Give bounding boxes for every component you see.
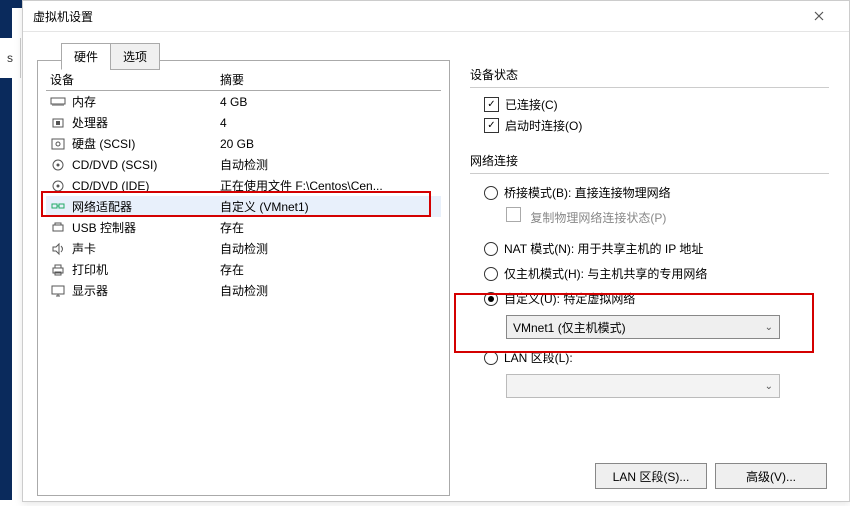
- device-row-disk[interactable]: 硬盘 (SCSI) 20 GB: [46, 133, 441, 154]
- radio-custom[interactable]: 自定义(U): 特定虚拟网络: [470, 286, 829, 311]
- device-row-sound[interactable]: 声卡 自动检测: [46, 238, 441, 259]
- disk-icon: [50, 137, 66, 151]
- checkbox-icon: ✓: [484, 118, 499, 133]
- checkbox-icon: ✓: [484, 97, 499, 112]
- device-name: 声卡: [72, 240, 96, 257]
- device-summary: 4: [220, 116, 441, 130]
- custom-select-value: VMnet1 (仅主机模式): [513, 319, 626, 336]
- cd-icon: [50, 158, 66, 172]
- device-summary: 自动检测: [220, 240, 441, 257]
- chevron-down-icon: ⌄: [765, 322, 773, 333]
- device-name: CD/DVD (SCSI): [72, 158, 157, 172]
- tab-hardware[interactable]: 硬件: [61, 43, 111, 70]
- custom-label: 自定义(U): 特定虚拟网络: [504, 290, 635, 307]
- device-row-display[interactable]: 显示器 自动检测: [46, 280, 441, 301]
- tab-options[interactable]: 选项: [110, 43, 160, 70]
- col-device: 设备: [46, 71, 220, 88]
- device-summary: 存在: [220, 261, 441, 278]
- device-summary: 存在: [220, 219, 441, 236]
- radio-icon: [484, 292, 498, 306]
- device-row-usb[interactable]: USB 控制器 存在: [46, 217, 441, 238]
- device-row-net[interactable]: 网络适配器 自定义 (VMnet1): [46, 196, 441, 217]
- dialog-title: 虚拟机设置: [33, 8, 93, 25]
- device-row-cpu[interactable]: 处理器 4: [46, 112, 441, 133]
- cd-icon: [50, 179, 66, 193]
- device-row-memory[interactable]: 内存 4 GB: [46, 91, 441, 112]
- device-summary: 4 GB: [220, 95, 441, 109]
- device-name: 显示器: [72, 282, 108, 299]
- device-list-panel: 设备 摘要 内存 4 GB 处理器 4 硬盘 (SCSI) 20 GB CD/DVD (SC…: [37, 60, 450, 496]
- radio-bridged[interactable]: 桥接模式(B): 直接连接物理网络: [470, 180, 829, 205]
- hostonly-label: 仅主机模式(H): 与主机共享的专用网络: [504, 265, 707, 282]
- vm-settings-dialog: 虚拟机设置 硬件 选项 设备 摘要 内存 4 GB 处理器 4 硬盘 (SCSI) 20 …: [22, 0, 850, 502]
- connect-on-label: 启动时连接(O): [505, 117, 582, 134]
- sound-icon: [50, 242, 66, 256]
- device-row-cd[interactable]: CD/DVD (IDE) 正在使用文件 F:\Centos\Cen...: [46, 175, 441, 196]
- print-icon: [50, 263, 66, 277]
- radio-hostonly[interactable]: 仅主机模式(H): 与主机共享的专用网络: [470, 261, 829, 286]
- checkbox-icon: [506, 207, 521, 222]
- radio-icon: [484, 351, 498, 365]
- connected-checkbox[interactable]: ✓ 已连接(C): [470, 94, 829, 115]
- device-row-cd[interactable]: CD/DVD (SCSI) 自动检测: [46, 154, 441, 175]
- device-name: 内存: [72, 93, 96, 110]
- radio-nat[interactable]: NAT 模式(N): 用于共享主机的 IP 地址: [470, 236, 829, 261]
- device-name: 打印机: [72, 261, 108, 278]
- device-name: 硬盘 (SCSI): [72, 135, 135, 152]
- device-name: USB 控制器: [72, 219, 136, 236]
- radio-icon: [484, 267, 498, 281]
- radio-icon: [484, 186, 498, 200]
- network-group-label: 网络连接: [470, 150, 829, 173]
- connected-label: 已连接(C): [505, 96, 558, 113]
- lan-segment-select: ⌄: [506, 374, 780, 398]
- replicate-state-checkbox: 复制物理网络连接状态(P): [470, 205, 829, 228]
- titlebar: 虚拟机设置: [23, 1, 849, 32]
- lan-label: LAN 区段(L):: [504, 349, 573, 366]
- device-summary: 自动检测: [220, 282, 441, 299]
- cpu-icon: [50, 116, 66, 130]
- device-name: CD/DVD (IDE): [72, 179, 149, 193]
- connect-on-start-checkbox[interactable]: ✓ 启动时连接(O): [470, 115, 829, 136]
- advanced-button[interactable]: 高级(V)...: [715, 463, 827, 489]
- nat-label: NAT 模式(N): 用于共享主机的 IP 地址: [504, 240, 703, 257]
- chevron-down-icon: ⌄: [765, 381, 773, 392]
- device-summary: 20 GB: [220, 137, 441, 151]
- net-icon: [50, 200, 66, 214]
- tab-strip: 硬件 选项: [61, 43, 159, 70]
- device-name: 处理器: [72, 114, 108, 131]
- device-summary: 自定义 (VMnet1): [220, 198, 441, 215]
- replicate-label: 复制物理网络连接状态(P): [530, 211, 666, 225]
- device-name: 网络适配器: [72, 198, 132, 215]
- device-summary: 正在使用文件 F:\Centos\Cen...: [220, 177, 441, 194]
- memory-icon: [50, 95, 66, 109]
- custom-network-select[interactable]: VMnet1 (仅主机模式) ⌄: [506, 315, 780, 339]
- col-summary: 摘要: [220, 71, 441, 88]
- radio-lan-segment[interactable]: LAN 区段(L):: [470, 345, 829, 370]
- settings-panel: 设备状态 ✓ 已连接(C) ✓ 启动时连接(O) 网络连接 桥接模式(B): 直…: [464, 60, 835, 496]
- bridged-label: 桥接模式(B): 直接连接物理网络: [504, 184, 671, 201]
- device-row-print[interactable]: 打印机 存在: [46, 259, 441, 280]
- close-button[interactable]: [799, 2, 839, 30]
- status-group-label: 设备状态: [470, 64, 829, 87]
- device-summary: 自动检测: [220, 156, 441, 173]
- radio-icon: [484, 242, 498, 256]
- usb-icon: [50, 221, 66, 235]
- background-fragment: s: [0, 38, 21, 78]
- display-icon: [50, 284, 66, 298]
- close-icon: [814, 11, 824, 21]
- lan-segments-button[interactable]: LAN 区段(S)...: [595, 463, 707, 489]
- device-list-header: 设备 摘要: [46, 69, 441, 91]
